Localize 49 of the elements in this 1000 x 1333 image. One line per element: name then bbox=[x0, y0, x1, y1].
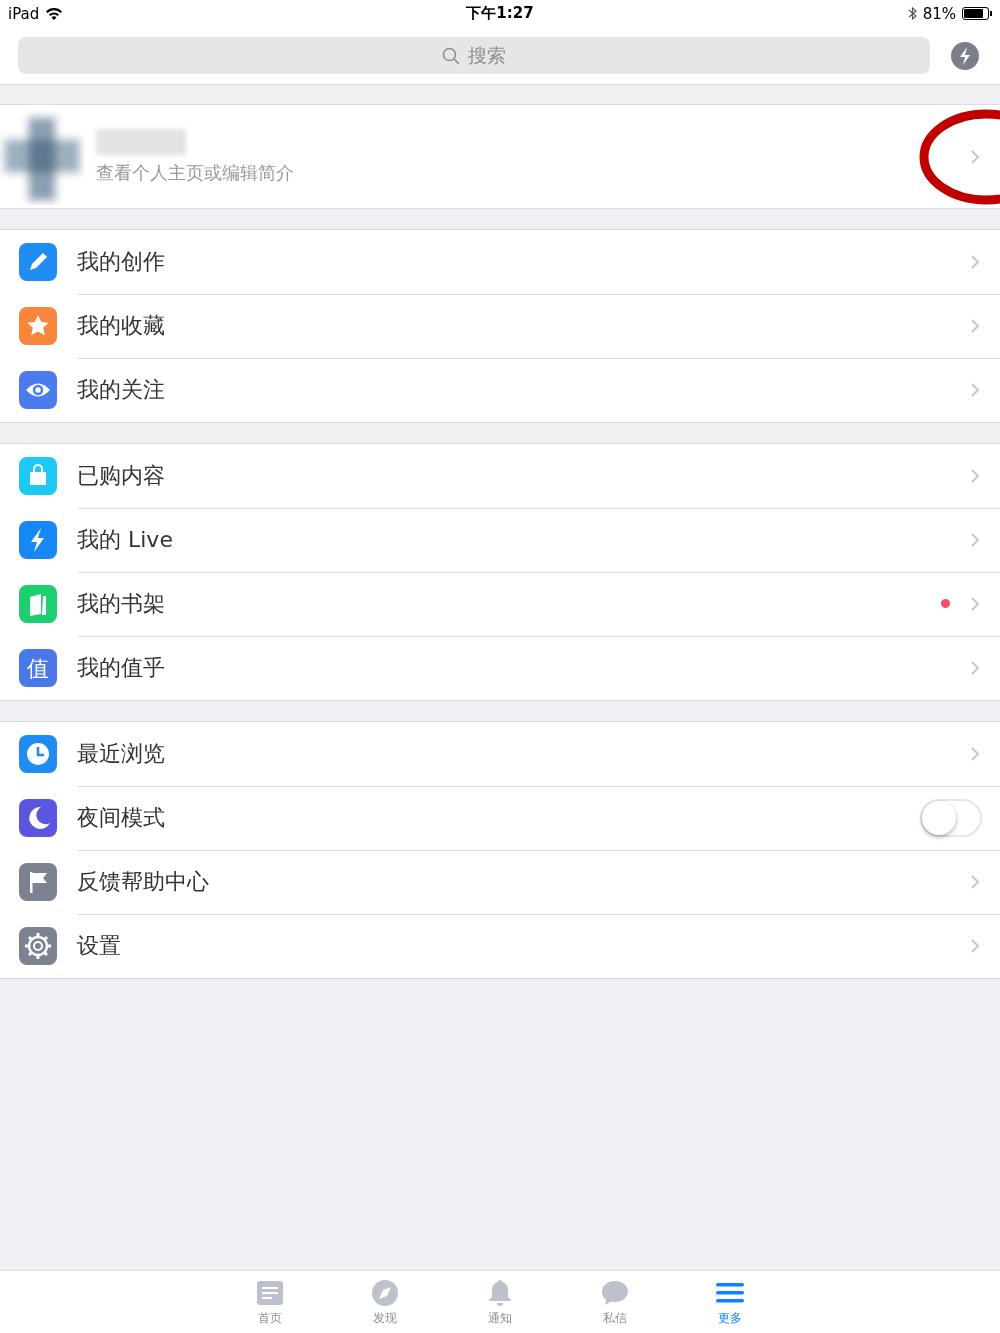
menu-row[interactable]: 设置 bbox=[0, 914, 1000, 978]
chevron-icon bbox=[970, 660, 980, 676]
menu-label: 设置 bbox=[77, 932, 122, 960]
chevron-icon bbox=[970, 938, 980, 954]
menu-row[interactable]: 我的 Live bbox=[0, 508, 1000, 572]
menu-row[interactable]: 我的创作 bbox=[0, 230, 1000, 294]
menu-row[interactable]: 最近浏览 bbox=[0, 722, 1000, 786]
chevron-icon bbox=[970, 467, 980, 484]
chevron-icon bbox=[970, 531, 980, 548]
chevron-icon bbox=[970, 873, 980, 890]
battery-icon bbox=[962, 7, 992, 20]
compass-icon bbox=[370, 1277, 400, 1308]
menu-label: 我的书架 bbox=[77, 589, 166, 618]
menu-label: 已购内容 bbox=[77, 461, 166, 490]
chevron-icon bbox=[970, 595, 980, 612]
tab-item[interactable]: 通知 bbox=[475, 1271, 525, 1333]
wifi-icon bbox=[45, 7, 64, 20]
chevron-icon bbox=[970, 745, 980, 762]
chevron-icon bbox=[970, 148, 980, 165]
toggle-switch[interactable] bbox=[920, 798, 982, 837]
menu-label: 我的 Live bbox=[77, 525, 174, 554]
menu-label: 夜间模式 bbox=[77, 803, 166, 832]
bluetooth-icon bbox=[907, 6, 917, 21]
status-time: 下午1:27 bbox=[466, 4, 534, 23]
tab-item[interactable]: 首页 bbox=[245, 1271, 295, 1333]
menu-label: 我的关注 bbox=[77, 376, 166, 404]
menu-row[interactable]: 我的书架 bbox=[0, 572, 1000, 636]
device-name: iPad bbox=[8, 4, 40, 23]
chevron-icon bbox=[970, 382, 980, 398]
menu-row[interactable]: 夜间模式 bbox=[0, 786, 1000, 850]
chevron-icon bbox=[970, 317, 980, 334]
menu-row[interactable]: 值 我的值乎 bbox=[0, 636, 1000, 700]
tab-item[interactable]: 更多 bbox=[705, 1271, 755, 1333]
menu-row[interactable]: 已购内容 bbox=[0, 444, 1000, 508]
lightning-button[interactable] bbox=[950, 40, 980, 71]
tab-item[interactable]: 私信 bbox=[590, 1271, 640, 1333]
search-icon bbox=[442, 46, 460, 65]
battery-percentage: 81% bbox=[922, 4, 956, 23]
menu-label: 我的创作 bbox=[77, 247, 166, 276]
text-icon: 值 bbox=[19, 649, 57, 687]
menu-label: 我的值乎 bbox=[77, 654, 166, 682]
menu-row[interactable]: 我的关注 bbox=[0, 358, 1000, 422]
chevron-icon bbox=[970, 253, 980, 270]
menu-label: 反馈帮助中心 bbox=[77, 867, 210, 896]
menu-row[interactable]: 反馈帮助中心 bbox=[0, 850, 1000, 914]
menu-row[interactable]: 我的收藏 bbox=[0, 294, 1000, 358]
menu-label: 最近浏览 bbox=[77, 739, 166, 768]
menu-label: 我的收藏 bbox=[77, 311, 166, 340]
profile-subtitle: 查看个人主页或编辑简介 bbox=[96, 160, 295, 185]
